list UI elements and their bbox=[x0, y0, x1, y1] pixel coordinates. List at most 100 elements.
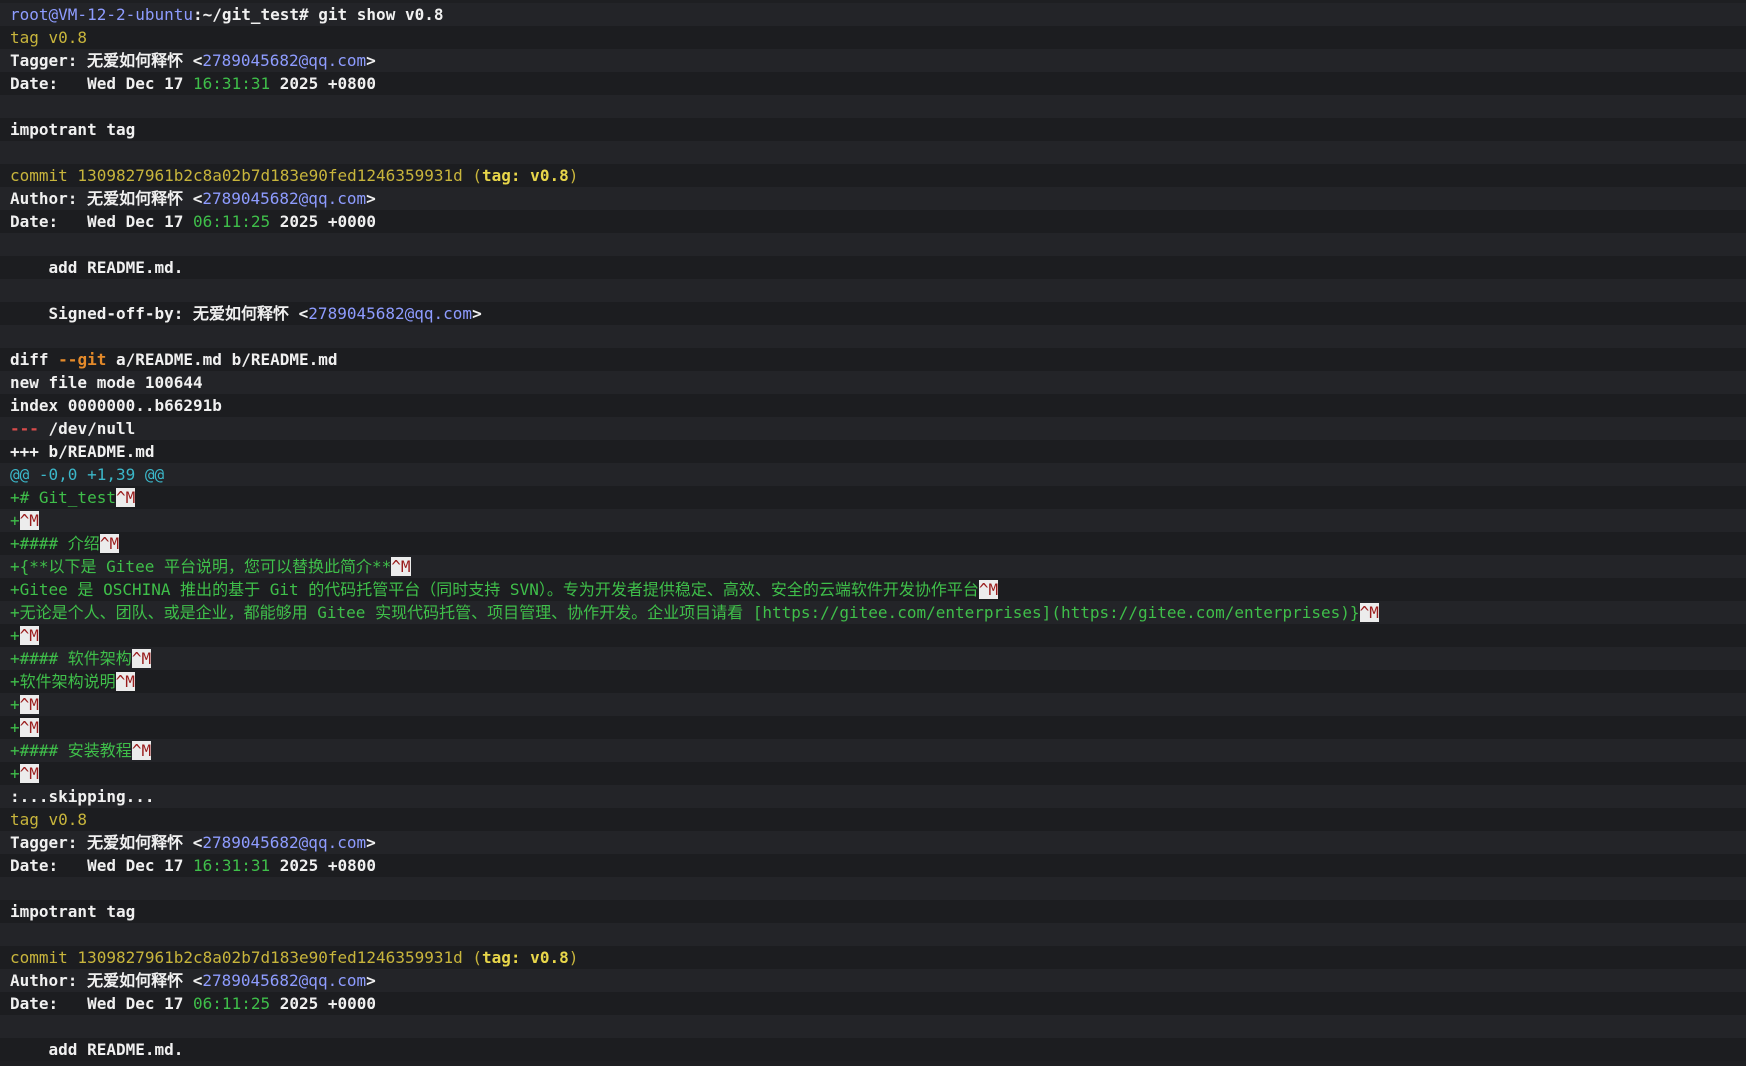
terminal-line: Author: 无爱如何释怀 <2789045682@qq.com> bbox=[0, 969, 1746, 992]
terminal-line: +软件架构说明^M bbox=[0, 670, 1746, 693]
terminal-text: +#### 介绍 bbox=[10, 534, 100, 553]
terminal-line: commit 1309827961b2c8a02b7d183e90fed1246… bbox=[0, 946, 1746, 969]
terminal-line: +#### 介绍^M bbox=[0, 532, 1746, 555]
terminal-text: commit 1309827961b2c8a02b7d183e90fed1246… bbox=[10, 948, 483, 967]
terminal-text: root@VM-12-2-ubuntu bbox=[10, 5, 194, 24]
carriage-return-marker: ^M bbox=[19, 695, 39, 714]
terminal-text: add README.md. bbox=[10, 258, 184, 277]
terminal-line: Date: Wed Dec 17 06:11:25 2025 +0000 bbox=[0, 992, 1746, 1015]
terminal-text: +# Git_test bbox=[10, 488, 116, 507]
carriage-return-marker: ^M bbox=[115, 488, 136, 507]
terminal-line: +^M bbox=[0, 624, 1746, 647]
terminal-text: /dev/null bbox=[38, 419, 136, 438]
terminal-text: 2789045682@qq.com bbox=[202, 51, 367, 70]
carriage-return-marker: ^M bbox=[1359, 603, 1379, 622]
terminal-text: impotrant tag bbox=[10, 902, 136, 921]
terminal-text: a/README.md b/README.md bbox=[106, 350, 338, 369]
terminal-line: +# Git_test^M bbox=[0, 486, 1746, 509]
terminal-text: Tagger: 无爱如何释怀 < bbox=[10, 833, 203, 852]
terminal-line: +^M bbox=[0, 762, 1746, 785]
terminal-line bbox=[0, 325, 1746, 348]
terminal-line: Signed-off-by: 无爱如何释怀 <2789045682@qq.com… bbox=[0, 302, 1746, 325]
terminal-text: tag: v0.8 bbox=[482, 948, 569, 967]
terminal-text: +软件架构说明 bbox=[10, 672, 116, 691]
terminal-window[interactable]: root@VM-12-2-ubuntu:~/git_test# git show… bbox=[0, 0, 1746, 1066]
terminal-line bbox=[0, 233, 1746, 256]
terminal-text: :...skipping... bbox=[10, 787, 155, 806]
terminal-line: diff --git a/README.md b/README.md bbox=[0, 348, 1746, 371]
terminal-text: --git bbox=[58, 350, 107, 369]
carriage-return-marker: ^M bbox=[978, 580, 999, 599]
terminal-text: 2025 +0000 bbox=[270, 212, 377, 231]
terminal-text: > bbox=[366, 833, 376, 852]
terminal-text: + bbox=[10, 764, 20, 783]
carriage-return-marker: ^M bbox=[19, 764, 39, 783]
carriage-return-marker: ^M bbox=[131, 649, 152, 668]
terminal-line: impotrant tag bbox=[0, 118, 1746, 141]
terminal-text: 2789045682@qq.com bbox=[308, 304, 473, 323]
terminal-text: 16:31:31 bbox=[193, 74, 271, 93]
terminal-text: 2789045682@qq.com bbox=[202, 833, 367, 852]
terminal-text: 06:11:25 bbox=[193, 212, 271, 231]
terminal-line bbox=[0, 279, 1746, 302]
carriage-return-marker: ^M bbox=[99, 534, 120, 553]
terminal-line bbox=[0, 1015, 1746, 1038]
terminal-text: commit 1309827961b2c8a02b7d183e90fed1246… bbox=[10, 166, 483, 185]
terminal-text: tag v0.8 bbox=[10, 28, 88, 47]
terminal-text: + bbox=[10, 695, 20, 714]
terminal-text: Date: Wed Dec 17 bbox=[10, 994, 194, 1013]
terminal-text: Author: 无爱如何释怀 < bbox=[10, 971, 203, 990]
terminal-text: +#### 安装教程 bbox=[10, 741, 132, 760]
terminal-text: +{**以下是 Gitee 平台说明，您可以替换此简介** bbox=[10, 557, 392, 576]
terminal-line: +无论是个人、团队、或是企业，都能够用 Gitee 实现代码托管、项目管理、协作… bbox=[0, 601, 1746, 624]
terminal-line: tag v0.8 bbox=[0, 26, 1746, 49]
terminal-text: 2025 +0800 bbox=[270, 856, 377, 875]
terminal-line bbox=[0, 141, 1746, 164]
terminal-text: +Gitee 是 OSCHINA 推出的基于 Git 的代码托管平台（同时支持 … bbox=[10, 580, 979, 599]
carriage-return-marker: ^M bbox=[19, 511, 39, 530]
terminal-text: add README.md. bbox=[10, 1040, 184, 1059]
terminal-text: new file mode 100644 bbox=[10, 373, 203, 392]
terminal-line: index 0000000..b66291b bbox=[0, 394, 1746, 417]
terminal-line: @@ -0,0 +1,39 @@ bbox=[0, 463, 1746, 486]
terminal-text: tag v0.8 bbox=[10, 810, 88, 829]
terminal-line: +^M bbox=[0, 693, 1746, 716]
carriage-return-marker: ^M bbox=[391, 557, 411, 576]
terminal-text: > bbox=[472, 304, 482, 323]
terminal-line: Tagger: 无爱如何释怀 <2789045682@qq.com> bbox=[0, 831, 1746, 854]
terminal-text: + bbox=[10, 718, 20, 737]
terminal-text: +++ b/README.md bbox=[10, 442, 155, 461]
terminal-line: add README.md. bbox=[0, 1038, 1746, 1061]
terminal-text: impotrant tag bbox=[10, 120, 136, 139]
terminal-text: 06:11:25 bbox=[193, 994, 271, 1013]
terminal-line: +^M bbox=[0, 716, 1746, 739]
carriage-return-marker: ^M bbox=[19, 718, 39, 737]
terminal-text: +无论是个人、团队、或是企业，都能够用 Gitee 实现代码托管、项目管理、协作… bbox=[10, 603, 1360, 622]
terminal-line: +^M bbox=[0, 509, 1746, 532]
terminal-text: 2789045682@qq.com bbox=[202, 189, 367, 208]
terminal-line bbox=[0, 923, 1746, 946]
terminal-line: tag v0.8 bbox=[0, 808, 1746, 831]
terminal-line: Date: Wed Dec 17 16:31:31 2025 +0800 bbox=[0, 854, 1746, 877]
terminal-line: Date: Wed Dec 17 06:11:25 2025 +0000 bbox=[0, 210, 1746, 233]
terminal-text: > bbox=[366, 189, 376, 208]
terminal-line: +Gitee 是 OSCHINA 推出的基于 Git 的代码托管平台（同时支持 … bbox=[0, 578, 1746, 601]
carriage-return-marker: ^M bbox=[19, 626, 39, 645]
terminal-text: 2789045682@qq.com bbox=[202, 971, 367, 990]
carriage-return-marker: ^M bbox=[115, 672, 135, 691]
terminal-text: Date: Wed Dec 17 bbox=[10, 212, 194, 231]
terminal-line: add README.md. bbox=[0, 256, 1746, 279]
terminal-text: 2025 +0800 bbox=[270, 74, 377, 93]
terminal-text: +#### 软件架构 bbox=[10, 649, 132, 668]
terminal-line: +++ b/README.md bbox=[0, 440, 1746, 463]
terminal-line bbox=[0, 95, 1746, 118]
terminal-text: + bbox=[10, 626, 20, 645]
terminal-text: ) bbox=[568, 948, 579, 967]
terminal-line: --- /dev/null bbox=[0, 417, 1746, 440]
terminal-text: tag: v0.8 bbox=[482, 166, 569, 185]
terminal-text: ) bbox=[568, 166, 579, 185]
terminal-line: commit 1309827961b2c8a02b7d183e90fed1246… bbox=[0, 164, 1746, 187]
terminal-text: 2025 +0000 bbox=[270, 994, 377, 1013]
terminal-line: :...skipping... bbox=[0, 785, 1746, 808]
terminal-text: index 0000000..b66291b bbox=[10, 396, 222, 415]
